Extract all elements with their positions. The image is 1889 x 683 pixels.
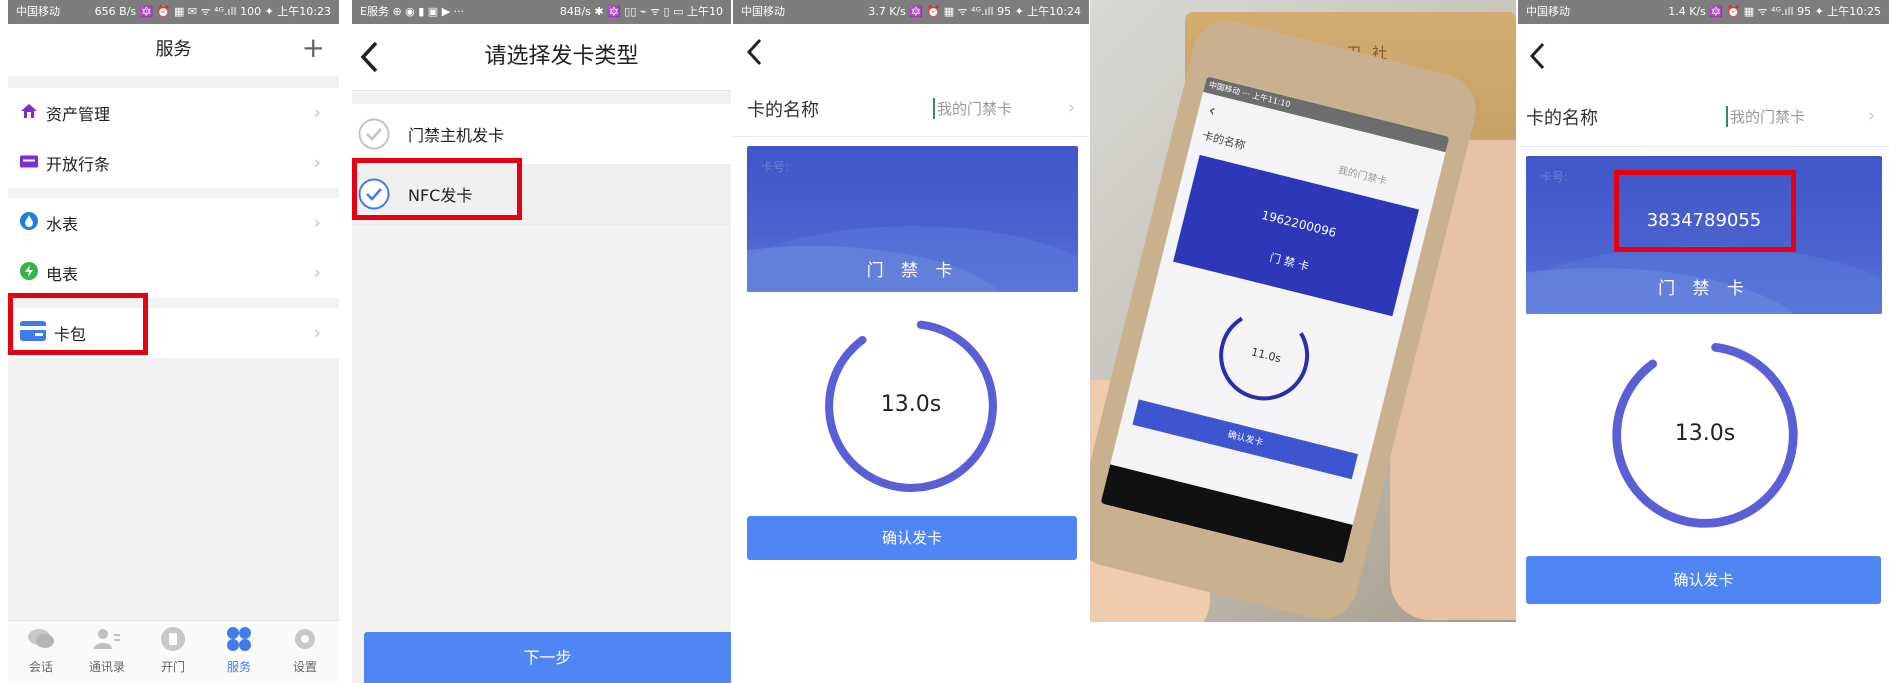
lightning-icon (20, 262, 38, 284)
status-indicators: 84B/s ✱ 🔯 ▯▯ ⌁ ᯤ ▯ ▭ 上午10 (559, 5, 723, 18)
confirm-issue-button[interactable]: 确认发卡 (1526, 556, 1881, 604)
gear-icon (295, 629, 315, 649)
chevron-right-icon: › (313, 212, 321, 234)
photo-screen-confirm: 确认发卡 (1132, 399, 1359, 480)
carrier-text: 中国移动 (16, 5, 60, 18)
content-background (8, 358, 339, 620)
section-divider (8, 188, 339, 198)
chevron-right-icon: › (313, 322, 321, 344)
next-button[interactable]: 下一步 (364, 632, 731, 683)
water-drop-icon (20, 212, 38, 234)
contacts-icon (94, 629, 120, 649)
countdown-text: 13.0s (880, 392, 942, 417)
back-arrow-icon (746, 38, 762, 66)
status-indicators: 3.7 K/s 🔯 ⏰ ▦ ᯤ ⁴ᴳ.ıll 95 ✦ 上午10:24 (868, 5, 1081, 18)
status-bar: 中国移动 1.4 K/s 🔯 ⏰ ▦ ᯤ ⁴ᴳ.ıll 95 ✦ 上午10:25 (1518, 0, 1889, 24)
card-type-screen: E服务 ⊕ ◉ ▮ ▣ ▶ ··· 84B/s ✱ 🔯 ▯▯ ⌁ ᯤ ▯ ▭ 上… (352, 0, 731, 683)
menu-item-asset-management[interactable]: 资产管理 › (8, 88, 339, 139)
status-indicators: 1.4 K/s 🔯 ⏰ ▦ ᯤ ⁴ᴳ.ıll 95 ✦ 上午10:25 (1668, 5, 1881, 18)
tab-settings[interactable]: 设置 (272, 627, 338, 675)
status-bar: 中国移动 3.7 K/s 🔯 ⏰ ▦ ᯤ ⁴ᴳ.ıll 95 ✦ 上午10:24 (733, 0, 1089, 24)
tab-label: 服务 (226, 660, 251, 674)
countdown-text: 13.0s (1674, 421, 1736, 446)
status-bar: E服务 ⊕ ◉ ▮ ▣ ▶ ··· 84B/s ✱ 🔯 ▯▯ ⌁ ᯤ ▯ ▭ 上… (352, 0, 731, 24)
card-number-label: 卡号: (761, 160, 790, 174)
countdown-timer: 13.0s (1608, 338, 1802, 532)
card-type-text: 门 禁 卡 (866, 261, 959, 281)
card-name-row[interactable]: 卡的名称 我的门禁卡 › (1518, 86, 1889, 147)
photo-screen-navbar (1100, 464, 1353, 564)
services-icon (227, 627, 251, 651)
status-bar: 中国移动 656 B/s 🔯 ⏰ ▦ ✉ ᯤ ⁴ᴳ.ıll 100 ✦ 上午10… (8, 0, 339, 24)
status-indicators: 656 B/s 🔯 ⏰ ▦ ✉ ᯤ ⁴ᴳ.ıll 100 ✦ 上午10:23 (94, 5, 331, 18)
carrier-text: 中国移动 (741, 5, 785, 18)
photo-screen-back-icon: ‹ (1206, 100, 1218, 121)
access-card: 卡号: 门 禁 卡 (747, 146, 1078, 292)
tab-label: 设置 (292, 660, 317, 674)
countdown-timer: 13.0s (821, 316, 1001, 496)
option-host-issue[interactable]: 门禁主机发卡 (352, 104, 731, 165)
highlight-box (352, 158, 522, 220)
back-button[interactable] (745, 38, 769, 66)
card-name-row[interactable]: 卡的名称 我的门禁卡 › (733, 80, 1089, 137)
bottom-tab-bar: 会话 通讯录 开门 服务 设置 (8, 620, 339, 683)
tab-services[interactable]: 服务 (206, 627, 272, 675)
card-issued-screen: 中国移动 1.4 K/s 🔯 ⏰ ▦ ᯤ ⁴ᴳ.ıll 95 ✦ 上午10:25… (1518, 0, 1889, 683)
menu-item-label: 开放行条 (46, 155, 111, 174)
menu-item-open-pass[interactable]: 开放行条 › (8, 138, 339, 189)
chevron-right-icon: › (313, 152, 321, 174)
back-button[interactable] (1528, 42, 1552, 70)
checkmark-circle-icon (358, 118, 390, 154)
menu-item-label: 水表 (46, 215, 79, 234)
card-number-label: 卡号: (1540, 170, 1569, 184)
home-icon (20, 103, 38, 123)
chat-icon (28, 629, 54, 648)
menu-item-electric-meter[interactable]: 电表 › (8, 248, 339, 299)
section-divider (8, 76, 339, 88)
carrier-text: 中国移动 (1526, 5, 1570, 18)
photo-screen-name-label: 卡的名称 (1200, 129, 1247, 153)
tab-label: 通讯录 (88, 660, 125, 674)
back-arrow-icon (1529, 42, 1545, 70)
tab-open-door[interactable]: 开门 (140, 627, 206, 675)
tab-label: 开门 (160, 660, 185, 674)
door-icon (161, 627, 185, 651)
tab-contacts[interactable]: 通讯录 (74, 627, 140, 675)
pass-icon (20, 154, 38, 173)
header (1518, 24, 1889, 86)
chevron-right-icon: › (313, 262, 321, 284)
header (733, 24, 1089, 80)
tab-label: 会话 (28, 660, 53, 674)
services-screen: 中国移动 656 B/s 🔯 ⏰ ▦ ✉ ᯤ ⁴ᴳ.ıll 100 ✦ 上午10… (8, 0, 339, 683)
chevron-right-icon: › (1067, 97, 1075, 119)
confirm-issue-button[interactable]: 确认发卡 (747, 516, 1077, 560)
status-apps: E服务 ⊕ ◉ ▮ ▣ ▶ ··· (360, 5, 465, 18)
menu-item-label: 资产管理 (46, 105, 111, 124)
header: 请选择发卡类型 (352, 24, 731, 91)
header: 服务 + (8, 24, 339, 76)
page-title: 服务 (155, 39, 192, 60)
tab-chat[interactable]: 会话 (8, 627, 74, 675)
card-name-label: 卡的名称 (1526, 108, 1598, 129)
card-name-input[interactable]: 我的门禁卡 (933, 98, 1012, 119)
chevron-right-icon: › (313, 102, 321, 124)
photo-screen-name-value: 我的门禁卡 (1336, 164, 1388, 188)
photo-phone-in-hand: < < < 新 卡 一 卫 社 中国移动 ··· 上午11:10 ‹ 卡的名称 … (1090, 0, 1516, 622)
card-name-label: 卡的名称 (747, 100, 819, 121)
page-title: 请选择发卡类型 (484, 44, 639, 69)
chevron-right-icon: › (1867, 105, 1875, 127)
issue-card-screen: 中国移动 3.7 K/s 🔯 ⏰ ▦ ᯤ ⁴ᴳ.ıll 95 ✦ 上午10:24… (733, 0, 1089, 683)
menu-item-water-meter[interactable]: 水表 › (8, 198, 339, 249)
add-button[interactable]: + (302, 30, 325, 66)
menu-item-label: 电表 (46, 265, 79, 284)
card-type-text: 门 禁 卡 (1658, 279, 1750, 299)
option-label: 门禁主机发卡 (408, 126, 505, 145)
card-name-input[interactable]: 我的门禁卡 (1726, 106, 1805, 127)
highlight-box (1614, 170, 1796, 252)
highlight-box (8, 293, 148, 355)
